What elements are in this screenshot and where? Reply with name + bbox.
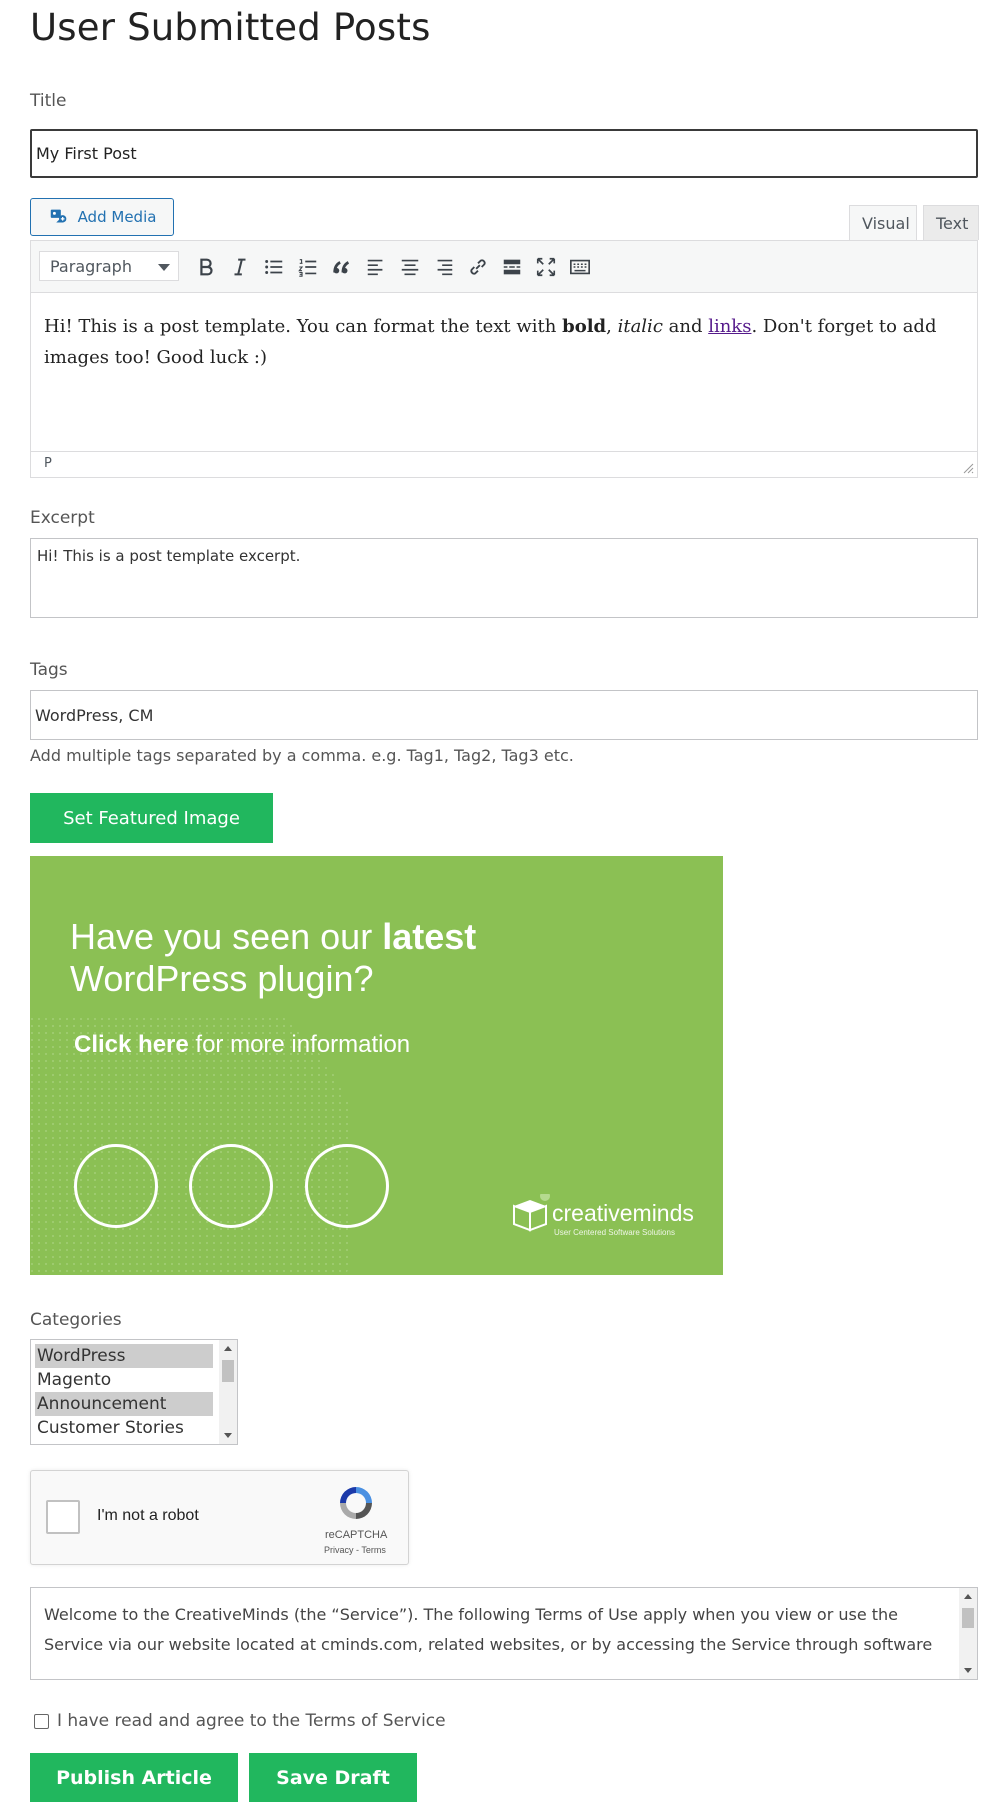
numbered-list-icon[interactable] <box>294 253 322 281</box>
element-path[interactable]: P <box>44 456 52 471</box>
content-text: Hi! This is a post template. You can for… <box>44 316 563 337</box>
content-text: , <box>606 316 618 337</box>
scroll-down-icon[interactable] <box>224 1433 232 1438</box>
banner-logo-subtext: User Centered Software Solutions <box>554 1228 675 1237</box>
scroll-down-icon[interactable] <box>964 1668 972 1673</box>
terms-scrollbar[interactable] <box>959 1588 977 1679</box>
blockquote-icon[interactable] <box>328 253 356 281</box>
set-featured-image-button[interactable]: Set Featured Image <box>30 793 273 843</box>
recaptcha-privacy-link[interactable]: Privacy <box>324 1545 354 1555</box>
toolbar-toggle-icon[interactable] <box>566 253 594 281</box>
format-select-value: Paragraph <box>50 256 132 276</box>
banner-circle <box>305 1144 389 1228</box>
excerpt-textarea[interactable]: Hi! This is a post template excerpt. <box>30 538 978 618</box>
content-text: and <box>662 316 709 337</box>
recaptcha-brand: reCAPTCHA <box>325 1529 388 1541</box>
tab-text[interactable]: Text <box>923 205 979 240</box>
categories-label: Categories <box>30 1310 122 1330</box>
save-draft-button[interactable]: Save Draft <box>249 1753 417 1802</box>
scroll-up-icon[interactable] <box>964 1594 972 1599</box>
recaptcha-logo-icon <box>340 1487 372 1519</box>
banner-cta: Click here for more information <box>74 1031 411 1058</box>
format-select[interactable]: Paragraph <box>39 251 179 281</box>
editor-content-area[interactable]: Hi! This is a post template. You can for… <box>31 293 977 453</box>
categories-scrollbar[interactable] <box>219 1340 237 1444</box>
bulleted-list-icon[interactable] <box>260 253 288 281</box>
editor-statusbar: P <box>31 451 977 477</box>
content-bold-text: bold <box>562 316 607 337</box>
recaptcha-links: Privacy - Terms <box>324 1545 386 1555</box>
scroll-up-icon[interactable] <box>224 1346 232 1351</box>
title-input[interactable] <box>30 129 978 178</box>
terms-of-service-box[interactable]: Welcome to the CreativeMinds (the “Servi… <box>30 1587 978 1680</box>
categories-multiselect[interactable]: WordPress Magento Announcement Customer … <box>30 1339 238 1445</box>
add-media-label: Add Media <box>77 208 157 226</box>
editor-toolbar: Paragraph <box>31 241 977 293</box>
italic-icon[interactable] <box>226 253 254 281</box>
category-option-customer-stories[interactable]: Customer Stories <box>35 1416 213 1440</box>
resize-grip-icon[interactable] <box>962 462 974 474</box>
scrollbar-thumb[interactable] <box>222 1360 234 1382</box>
featured-image-banner[interactable]: Have you seen our latest WordPress plugi… <box>30 856 723 1275</box>
recaptcha-checkbox[interactable] <box>46 1500 80 1534</box>
terms-agree-checkbox[interactable] <box>34 1713 49 1729</box>
align-right-icon[interactable] <box>430 253 458 281</box>
content-link[interactable]: links <box>708 316 751 337</box>
terms-agreement-row: I have read and agree to the Terms of Se… <box>34 1711 446 1731</box>
category-option-wordpress[interactable]: WordPress <box>35 1344 213 1368</box>
bold-icon[interactable] <box>192 253 220 281</box>
add-media-icon <box>50 209 66 223</box>
banner-circle <box>74 1144 158 1228</box>
creativeminds-logo-icon <box>513 1194 550 1232</box>
excerpt-label: Excerpt <box>30 508 95 528</box>
post-content-editor: Paragraph Hi! This is a post template. Y… <box>30 240 978 478</box>
read-more-icon[interactable] <box>498 253 526 281</box>
tags-input[interactable] <box>30 690 978 740</box>
insert-link-icon[interactable] <box>464 253 492 281</box>
recaptcha-terms-link[interactable]: Terms <box>361 1545 386 1555</box>
scrollbar-thumb[interactable] <box>962 1608 974 1628</box>
recaptcha-widget: I'm not a robot reCAPTCHA Privacy - Term… <box>30 1470 409 1565</box>
align-center-icon[interactable] <box>396 253 424 281</box>
category-option-announcement[interactable]: Announcement <box>35 1392 213 1416</box>
recaptcha-label: I'm not a robot <box>97 1507 199 1524</box>
title-label: Title <box>30 91 67 111</box>
banner-headline: Have you seen our latest WordPress plugi… <box>70 916 477 999</box>
add-media-button[interactable]: Add Media <box>30 198 174 236</box>
banner-logo-text: creativeminds <box>552 1200 694 1226</box>
banner-circle <box>189 1144 273 1228</box>
tab-visual[interactable]: Visual <box>849 205 917 240</box>
tags-help-text: Add multiple tags separated by a comma. … <box>30 746 574 765</box>
category-option-magento[interactable]: Magento <box>35 1368 213 1392</box>
terms-agree-label[interactable]: I have read and agree to the Terms of Se… <box>57 1711 446 1731</box>
align-left-icon[interactable] <box>362 253 390 281</box>
publish-article-button[interactable]: Publish Article <box>30 1753 238 1802</box>
fullscreen-icon[interactable] <box>532 253 560 281</box>
tags-label: Tags <box>30 660 68 680</box>
chevron-down-icon <box>158 264 170 271</box>
content-italic-text: italic <box>617 316 663 337</box>
page-title: User Submitted Posts <box>30 6 431 49</box>
terms-text: Welcome to the CreativeMinds (the “Servi… <box>44 1605 933 1654</box>
